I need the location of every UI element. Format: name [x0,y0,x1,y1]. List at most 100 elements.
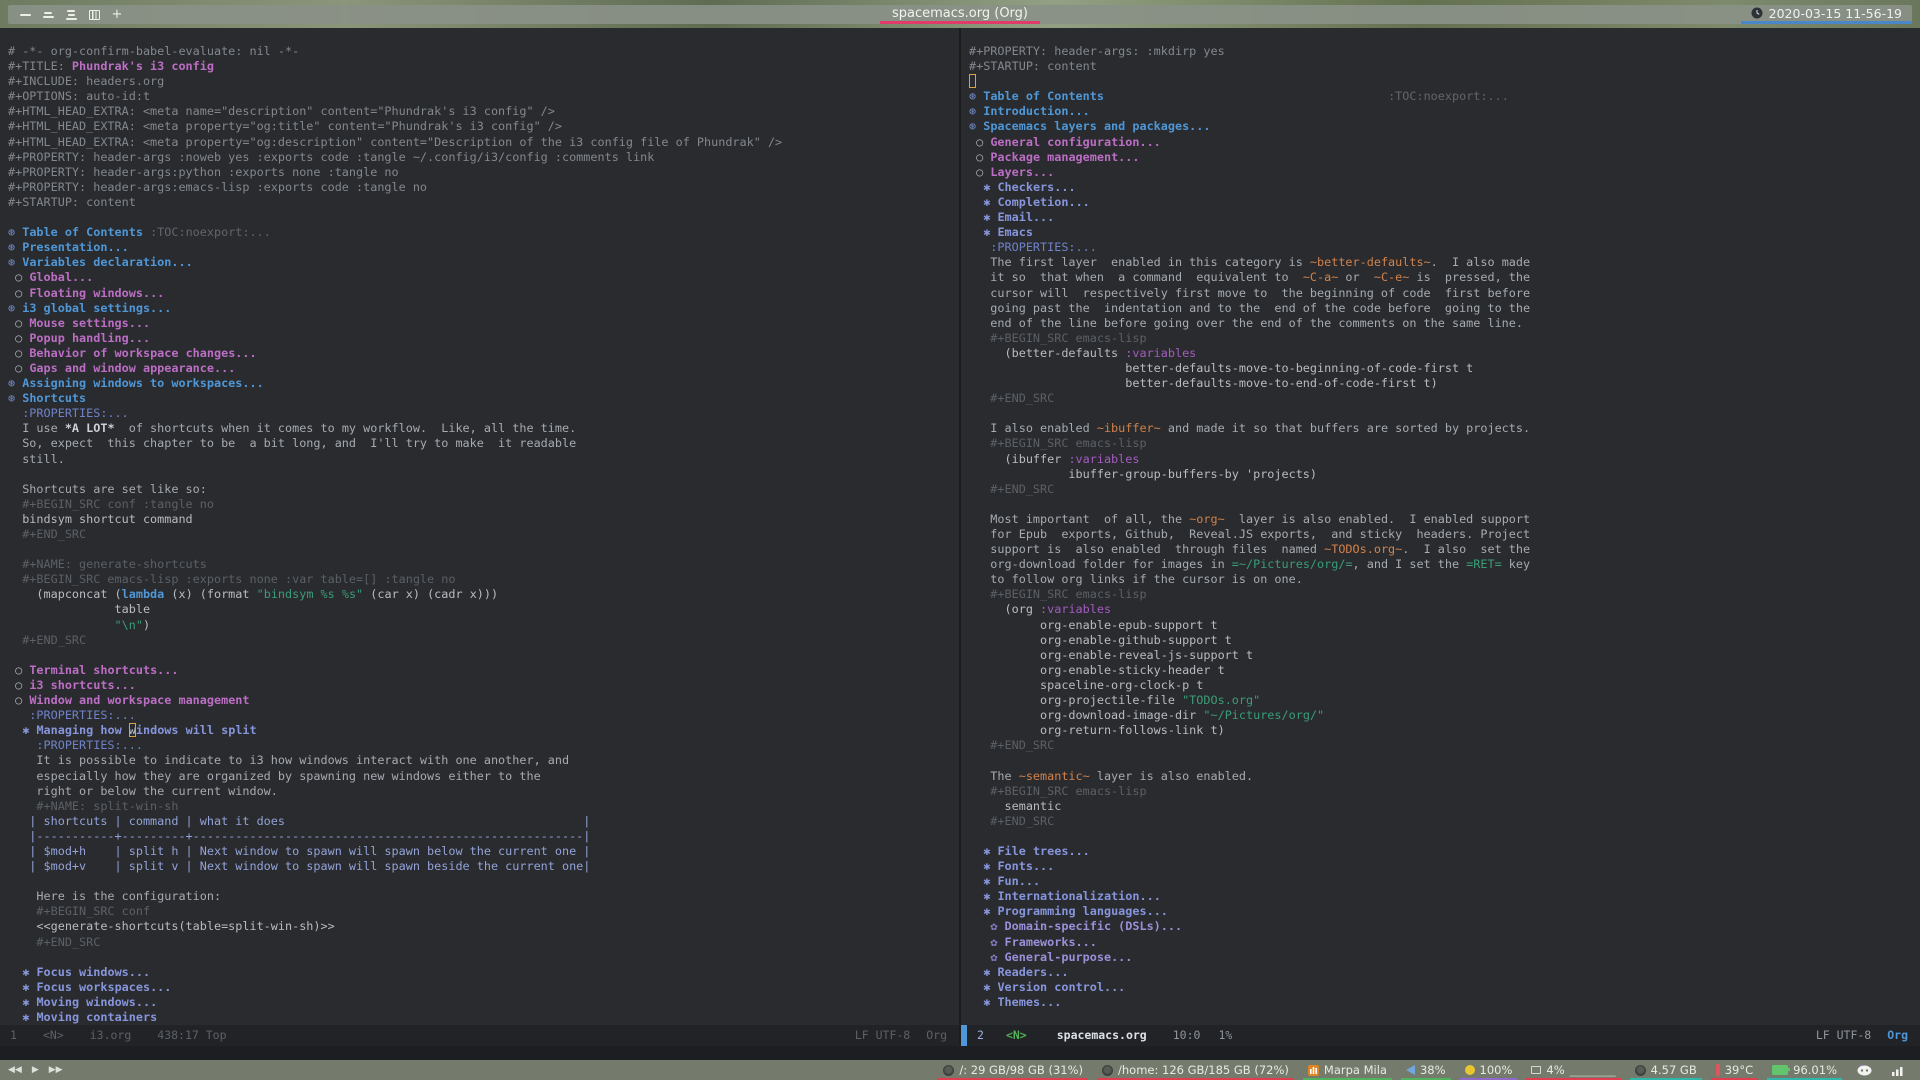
editor-line[interactable]: ibuffer-group-buffers-by 'projects) [969,467,1920,482]
editor-line[interactable]: spaceline-org-clock-p t [969,678,1920,693]
editor-line[interactable]: ✱ Completion... [969,195,1920,210]
discord-tray-item[interactable] [1854,1060,1874,1080]
editor-line[interactable]: ✱ Internationalization... [969,889,1920,904]
editor-line[interactable]: ⊛ Variables declaration... [8,255,959,270]
brightness-module[interactable]: 100% [1459,1060,1518,1080]
editor-line[interactable]: better-defaults-move-to-beginning-of-cod… [969,361,1920,376]
editor-line[interactable] [969,406,1920,421]
workspace-4-button[interactable] [87,8,101,22]
editor-line[interactable]: ✱ Fun... [969,874,1920,889]
editor-line[interactable]: #+END_SRC [8,633,959,648]
editor-line[interactable]: org-download folder for images in =~/Pic… [969,557,1920,572]
editor-line[interactable]: #+HTML_HEAD_EXTRA: <meta property="og:ti… [8,119,959,134]
editor-line[interactable]: #+BEGIN_SRC emacs-lisp [969,784,1920,799]
editor-line[interactable]: #+BEGIN_SRC conf :tangle no [8,497,959,512]
editor-line[interactable]: #+PROPERTY: header-args: :mkdirp yes [969,44,1920,59]
editor-line[interactable]: #+END_SRC [8,935,959,950]
editor-line[interactable]: ✱ Moving windows... [8,995,959,1010]
editor-line[interactable]: ⊛ Table of Contents :TOC:noexport:... [969,89,1920,104]
editor-line[interactable]: (better-defaults :variables [969,346,1920,361]
editor-line[interactable]: org-download-image-dir "~/Pictures/org/" [969,708,1920,723]
editor-line[interactable]: going past the indentation and to the en… [969,301,1920,316]
editor-line[interactable]: especially how they are organized by spa… [8,769,959,784]
workspace-2-button[interactable] [41,8,55,22]
editor-line[interactable]: org-return-follows-link t) [969,723,1920,738]
editor-line[interactable]: end of the line before going over the en… [969,316,1920,331]
editor-line[interactable]: ○ Gaps and window appearance... [8,361,959,376]
editor-line[interactable]: <<generate-shortcuts(table=split-win-sh)… [8,919,959,934]
editor-line[interactable]: So, expect this chapter to be a bit long… [8,436,959,451]
editor-line[interactable]: ✱ Checkers... [969,180,1920,195]
music-module[interactable]: Marpa Mila [1302,1060,1392,1080]
editor-line[interactable]: ⊛ Table of Contents :TOC:noexport:... [8,225,959,240]
editor-line[interactable]: ✱ File trees... [969,844,1920,859]
editor-line[interactable]: ⊛ Introduction... [969,104,1920,119]
editor-line[interactable]: ✱ Programming languages... [969,904,1920,919]
editor-line[interactable]: #+INCLUDE: headers.org [8,74,959,89]
editor-line[interactable]: ○ i3 shortcuts... [8,678,959,693]
workspace-3-button[interactable] [64,8,78,22]
editor-line[interactable]: I also enabled ~ibuffer~ and made it so … [969,421,1920,436]
editor-line[interactable]: better-defaults-move-to-end-of-code-firs… [969,376,1920,391]
editor-line[interactable]: #+BEGIN_SRC emacs-lisp [969,587,1920,602]
editor-line[interactable]: #+END_SRC [969,482,1920,497]
editor-line[interactable]: #+NAME: split-win-sh [8,799,959,814]
editor-line[interactable] [8,467,959,482]
editor-line[interactable]: #+PROPERTY: header-args :noweb yes :expo… [8,150,959,165]
editor-line[interactable] [969,497,1920,512]
editor-line[interactable]: ✱ Email... [969,210,1920,225]
editor-line[interactable]: org-enable-reveal-js-support t [969,648,1920,663]
network-tray-item[interactable] [1889,1060,1906,1080]
editor-line[interactable]: ✱ Focus workspaces... [8,980,959,995]
editor-line[interactable]: The ~semantic~ layer is also enabled. [969,769,1920,784]
editor-line[interactable]: ✱ Fonts... [969,859,1920,874]
editor-line[interactable]: :PROPERTIES:... [8,738,959,753]
editor-line[interactable]: cursor will respectively first move to t… [969,286,1920,301]
editor-line[interactable]: to follow org links if the cursor is on … [969,572,1920,587]
editor-line[interactable]: #+TITLE: Phundrak's i3 config [8,59,959,74]
editor-line[interactable]: ⊛ i3 global settings... [8,301,959,316]
editor-line[interactable]: it so that when a command equivalent to … [969,270,1920,285]
editor-line[interactable] [8,648,959,663]
editor-line[interactable]: # -*- org-confirm-babel-evaluate: nil -*… [8,44,959,59]
editor-line[interactable]: ○ Behavior of workspace changes... [8,346,959,361]
editor-line[interactable]: #+BEGIN_SRC emacs-lisp [969,331,1920,346]
editor-line[interactable] [8,950,959,965]
editor-line[interactable]: ✱ Readers... [969,965,1920,980]
editor-line[interactable]: (ibuffer :variables [969,452,1920,467]
media-play-button[interactable]: ▶ [32,1065,39,1075]
editor-line[interactable]: ✱ Emacs [969,225,1920,240]
editor-line[interactable]: org-enable-epub-support t [969,618,1920,633]
editor-line[interactable]: ○ Package management... [969,150,1920,165]
editor-line[interactable]: I use *A LOT* of shortcuts when it comes… [8,421,959,436]
editor-line[interactable]: "\n") [8,618,959,633]
editor-line[interactable]: #+HTML_HEAD_EXTRA: <meta property="og:de… [8,135,959,150]
editor-line[interactable]: #+STARTUP: content [969,59,1920,74]
editor-line[interactable]: #+BEGIN_SRC conf [8,904,959,919]
editor-line[interactable]: ✿ Frameworks... [969,935,1920,950]
editor-line[interactable]: The first layer enabled in this category… [969,255,1920,270]
editor-line[interactable]: #+END_SRC [8,527,959,542]
editor-line[interactable]: still. [8,452,959,467]
editor-line[interactable]: :PROPERTIES:... [969,240,1920,255]
workspace-1-button[interactable] [18,8,32,22]
editor-line[interactable]: org-projectile-file "TODOs.org" [969,693,1920,708]
editor-line[interactable]: ○ Window and workspace management [8,693,959,708]
editor-line[interactable]: ⊛ Spacemacs layers and packages... [969,119,1920,134]
editor-line[interactable]: :PROPERTIES:... [8,406,959,421]
editor-line[interactable]: ○ Terminal shortcuts... [8,663,959,678]
editor-line[interactable]: ✱ Version control... [969,980,1920,995]
editor-line[interactable]: #+BEGIN_SRC emacs-lisp [969,436,1920,451]
editor-line[interactable]: ⊛ Shortcuts [8,391,959,406]
editor-line[interactable]: table [8,602,959,617]
editor-line[interactable]: #+END_SRC [969,814,1920,829]
editor-line[interactable]: (org :variables [969,602,1920,617]
editor-line[interactable] [8,210,959,225]
editor-line[interactable] [969,829,1920,844]
editor-line[interactable] [8,542,959,557]
editor-line[interactable]: ✱ Moving containers [8,1010,959,1025]
editor-line[interactable]: It is possible to indicate to i3 how win… [8,753,959,768]
editor-line[interactable]: #+PROPERTY: header-args:emacs-lisp :expo… [8,180,959,195]
volume-module[interactable]: 38% [1400,1060,1451,1080]
editor-line[interactable]: ○ Global... [8,270,959,285]
